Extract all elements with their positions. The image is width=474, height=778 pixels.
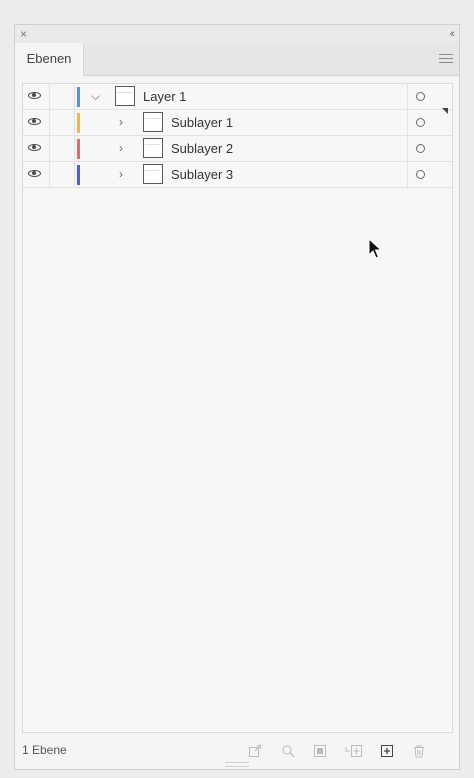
new-layer-icon[interactable] <box>380 744 394 758</box>
chevron-right-icon[interactable]: › <box>119 139 123 157</box>
layer-row-sublayer-2[interactable]: › Sublayer 2 <box>23 136 452 162</box>
target-toggle[interactable] <box>407 162 434 187</box>
layer-row-sublayer-1[interactable]: › Sublayer 1 <box>23 110 452 136</box>
tab-bar: Ebenen <box>15 43 459 76</box>
target-toggle[interactable] <box>407 110 434 135</box>
resize-handle[interactable] <box>225 762 249 767</box>
layer-thumbnail <box>115 86 135 106</box>
layer-thumbnail <box>143 112 163 132</box>
lock-toggle[interactable] <box>50 110 75 135</box>
layer-count: 1 Ebene <box>22 743 67 757</box>
visibility-toggle[interactable] <box>23 84 50 109</box>
trash-icon[interactable] <box>412 744 426 758</box>
layer-color-bar <box>77 113 80 133</box>
visibility-toggle[interactable] <box>23 162 50 187</box>
target-circle-icon <box>416 92 425 101</box>
chevron-down-icon[interactable]: ⌵ <box>91 87 100 105</box>
layer-thumbnail <box>143 164 163 184</box>
layer-name[interactable]: Sublayer 2 <box>171 136 233 161</box>
visibility-toggle[interactable] <box>23 110 50 135</box>
layer-color-bar <box>77 139 80 159</box>
mouse-cursor-icon <box>368 238 382 259</box>
clipping-mask-icon[interactable] <box>313 744 327 758</box>
close-icon[interactable]: × <box>20 26 27 42</box>
layers-panel: × ‹‹ Ebenen ⌵ Layer 1 › Sublayer 1 › Sub… <box>14 24 460 770</box>
menu-icon[interactable] <box>439 54 453 64</box>
collapse-panel-icon[interactable]: ‹‹ <box>450 26 456 42</box>
export-icon[interactable] <box>248 744 262 758</box>
layer-row-sublayer-3[interactable]: › Sublayer 3 <box>23 162 452 188</box>
target-circle-icon <box>416 144 425 153</box>
layer-list: ⌵ Layer 1 › Sublayer 1 › Sublayer 2 › Su… <box>22 83 453 733</box>
lock-toggle[interactable] <box>50 84 75 109</box>
target-toggle[interactable] <box>407 136 434 161</box>
layer-thumbnail <box>143 138 163 158</box>
eye-icon <box>28 170 41 177</box>
new-sublayer-icon[interactable] <box>345 744 363 758</box>
eye-icon <box>28 118 41 125</box>
search-icon[interactable] <box>281 744 295 758</box>
eye-icon <box>28 144 41 151</box>
layer-color-bar <box>77 165 80 185</box>
target-circle-icon <box>416 170 425 179</box>
layer-name[interactable]: Sublayer 1 <box>171 110 233 135</box>
chevron-right-icon[interactable]: › <box>119 113 123 131</box>
visibility-toggle[interactable] <box>23 136 50 161</box>
lock-toggle[interactable] <box>50 162 75 187</box>
layer-name[interactable]: Sublayer 3 <box>171 162 233 187</box>
layer-color-bar <box>77 87 80 107</box>
panel-footer: 1 Ebene <box>15 733 459 769</box>
eye-icon <box>28 92 41 99</box>
chevron-right-icon[interactable]: › <box>119 165 123 183</box>
lock-toggle[interactable] <box>50 136 75 161</box>
layer-row-layer-1[interactable]: ⌵ Layer 1 <box>23 84 452 114</box>
panel-titlebar: × ‹‹ <box>15 25 459 44</box>
target-circle-icon <box>416 118 425 127</box>
target-toggle[interactable] <box>407 84 434 109</box>
tab-layers[interactable]: Ebenen <box>15 43 84 76</box>
layer-name[interactable]: Layer 1 <box>143 84 186 109</box>
